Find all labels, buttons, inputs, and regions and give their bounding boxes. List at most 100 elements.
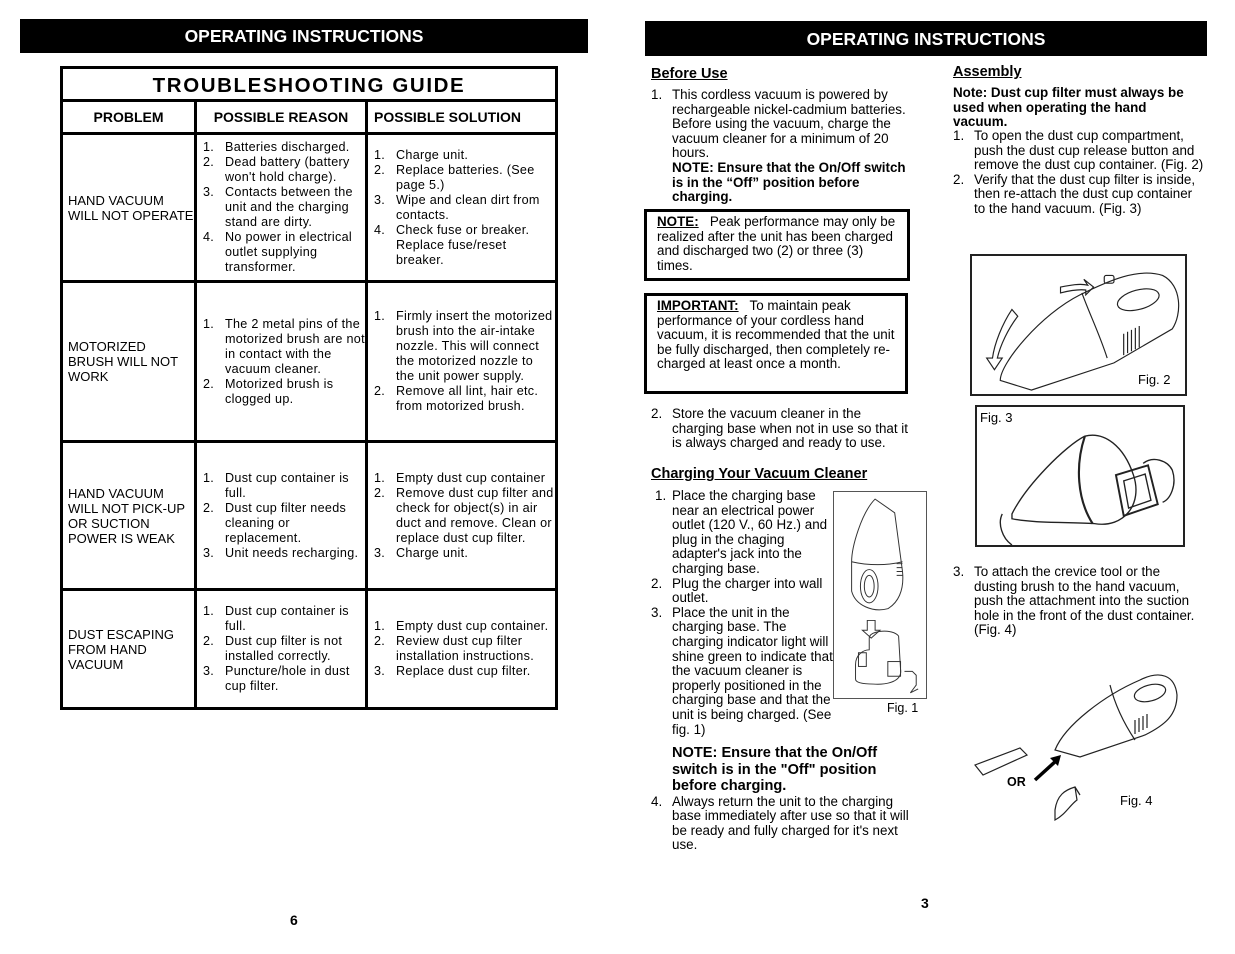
right-page-banner: OPERATING INSTRUCTIONS: [645, 21, 1207, 56]
reason-cell: 1. Dust cup container is full. 2. Dust cup …: [197, 591, 368, 707]
reason-item: 2. Motorized brush is clogged up.: [203, 377, 365, 407]
vacuum-attachments-drawing: [974, 674, 1178, 821]
note-box: NOTE: Peak performance may only be reali…: [644, 209, 910, 281]
solution-text: Charge unit.: [396, 147, 469, 162]
solution-item: 3. Replace dust cup filter.: [374, 664, 555, 679]
reason-cell: 1. The 2 metal pins of the motorized brus…: [197, 283, 368, 440]
solution-text: Charge unit.: [396, 545, 469, 560]
table-row: MOTORIZED BRUSH WILL NOT WORK 1. The 2 met…: [63, 283, 555, 443]
solution-text: Check fuse or breaker. Replace fuse/rese…: [396, 222, 530, 267]
assembly-item-1: 1. To open the dust cup compartment, pus…: [953, 128, 1205, 173]
header-possible-solution: POSSIBLE SOLUTION: [374, 109, 522, 125]
vacuum-charging-drawing: [851, 498, 919, 694]
list-number: 3.: [953, 564, 965, 579]
reason-text: Puncture/hole in dust cup filter.: [225, 664, 350, 693]
troubleshooting-table: TROUBLESHOOTING GUIDE PROBLEM POSSIBLE R…: [60, 66, 558, 710]
fig-2-caption: Fig. 2: [1138, 372, 1171, 387]
solution-text: Review dust cup filter installation inst…: [396, 634, 534, 663]
solution-item: 1. Charge unit.: [374, 148, 555, 163]
list-number: 1.: [953, 128, 965, 143]
reason-item: 3. Contacts between the unit and the char…: [203, 185, 365, 230]
charging-item-text: Place the unit in the charging base. The…: [672, 604, 833, 737]
solution-cell: 1. Empty dust cup container. 2. Review dust…: [368, 591, 555, 707]
reason-cell: 1. Batteries discharged. 2. Dead battery (b…: [197, 135, 368, 280]
solution-cell: 1. Firmly insert the motorized brush into…: [368, 283, 555, 440]
solution-list: 1. Empty dust cup container 2. Remove dust …: [374, 471, 555, 561]
reason-list: 1. The 2 metal pins of the motorized brus…: [203, 317, 365, 407]
list-number: 2.: [651, 406, 663, 421]
reason-item: 2. Dust cup filter needs cleaning or repl…: [203, 501, 365, 546]
assembly-item-text: Verify that the dust cup filter is insid…: [974, 171, 1196, 216]
table-row: HAND VACUUM WILL NOT OPERATE 1. Batteries …: [63, 135, 555, 283]
problem-text: HAND VACUUM WILL NOT OPERATE: [68, 192, 194, 223]
before-use-item-2: 2. Store the vacuum cleaner in the charg…: [651, 406, 913, 451]
list-number: 3.: [203, 545, 215, 560]
reason-item: 1. Dust cup container is full.: [203, 471, 365, 501]
fig-3-caption: Fig. 3: [980, 410, 1013, 425]
list-number: 2.: [374, 485, 386, 500]
list-number: 2.: [953, 171, 965, 187]
reason-item: 3. Unit needs recharging.: [203, 546, 365, 561]
assembly-item-2: 2. Verify that the dust cup filter is in…: [953, 171, 1205, 217]
charging-list: 1. Place the charging base near an elect…: [651, 488, 833, 737]
reason-text: Batteries discharged.: [225, 140, 350, 154]
charging-item-3: 3. Place the unit in the charging base. …: [651, 604, 833, 737]
reason-item: 1. The 2 metal pins of the motorized brus…: [203, 317, 365, 377]
solution-text: Remove all lint, hair etc. from motorize…: [396, 384, 539, 413]
vacuum-filter-drawing: [999, 434, 1175, 545]
reason-text: Dust cup container is full.: [225, 604, 349, 633]
charging-item-1: 1. Place the charging base near an elect…: [651, 488, 833, 577]
list-number: 3.: [651, 604, 663, 620]
solution-text: Wipe and clean dirt from contacts.: [396, 192, 540, 222]
list-number: 3.: [374, 545, 386, 560]
reason-text: Dust cup filter needs cleaning or replac…: [225, 500, 347, 545]
list-number: 2.: [374, 384, 386, 398]
table-row: HAND VACUUM WILL NOT PICK-UP OR SUCTION …: [63, 443, 555, 591]
charging-item-text: Plug the charger into wall outlet.: [672, 575, 823, 606]
solution-item: 2. Review dust cup filter installation in…: [374, 634, 555, 664]
solution-text: Replace batteries. (See page 5.): [396, 162, 535, 192]
reason-item: 3. Puncture/hole in dust cup filter.: [203, 664, 365, 694]
solution-item: 2. Remove all lint, hair etc. from motori…: [374, 384, 555, 414]
problem-cell: DUST ESCAPING FROM HAND VACUUM: [63, 591, 197, 707]
solution-item: 2. Replace batteries. (See page 5.): [374, 163, 555, 193]
list-number: 3.: [203, 664, 215, 678]
assembly-item-3-text: To attach the crevice tool or the dustin…: [974, 564, 1195, 638]
list-number: 1.: [203, 140, 215, 154]
list-number: 4.: [374, 222, 386, 237]
reason-item: 1. Dust cup container is full.: [203, 604, 365, 634]
fig-3-reattach-dust-cup-illustration: [975, 405, 1185, 547]
fig-4-caption: Fig. 4: [1120, 793, 1153, 808]
reason-text: Unit needs recharging.: [225, 545, 359, 560]
reason-text: Dead battery (battery won't hold charge)…: [225, 155, 350, 184]
list-number: 1.: [203, 604, 215, 618]
solution-item: 1. Firmly insert the motorized brush into…: [374, 309, 555, 384]
table-row: DUST ESCAPING FROM HAND VACUUM 1. Dust cup…: [63, 591, 555, 707]
problem-cell: HAND VACUUM WILL NOT OPERATE: [63, 135, 197, 280]
solution-cell: 1. Empty dust cup container 2. Remove dust …: [368, 443, 555, 588]
solution-text: Empty dust cup container: [396, 470, 546, 485]
reason-text: Dust cup container is full.: [225, 470, 349, 500]
left-page-banner: OPERATING INSTRUCTIONS: [20, 19, 588, 53]
solution-list: 1. Empty dust cup container. 2. Review dust…: [374, 619, 555, 679]
charging-item-3-note-block: NOTE: Ensure that the On/Off switch is i…: [651, 745, 913, 853]
list-number: 1.: [374, 147, 386, 162]
charging-item-4-text: Always return the unit to the charging b…: [672, 793, 909, 853]
reason-list: 1. Batteries discharged. 2. Dead battery (b…: [203, 140, 365, 275]
list-number: 3.: [203, 185, 215, 199]
solution-text: Remove dust cup filter and check for obj…: [396, 485, 554, 545]
list-number: 2.: [203, 155, 215, 169]
page-number-left: 6: [290, 912, 298, 928]
list-number: 1.: [374, 470, 386, 485]
solution-list: 1. Charge unit. 2. Replace batteries. (See …: [374, 148, 555, 268]
list-number: 2.: [374, 634, 386, 648]
important-box: IMPORTANT: To maintain peak performance …: [644, 293, 908, 394]
reason-text: Dust cup filter is not installed correct…: [225, 634, 343, 663]
page-number-right: 3: [921, 895, 929, 911]
table-header-row: PROBLEM POSSIBLE REASON POSSIBLE SOLUTIO…: [63, 102, 555, 135]
solution-item: 3. Wipe and clean dirt from contacts.: [374, 193, 555, 223]
charging-item-4: 4. Always return the unit to the chargin…: [651, 793, 913, 853]
list-number: 4.: [203, 230, 215, 244]
assembly-note: Note: Dust cup filter must always be use…: [953, 85, 1184, 130]
solution-item: 4. Check fuse or breaker. Replace fuse/re…: [374, 223, 555, 268]
